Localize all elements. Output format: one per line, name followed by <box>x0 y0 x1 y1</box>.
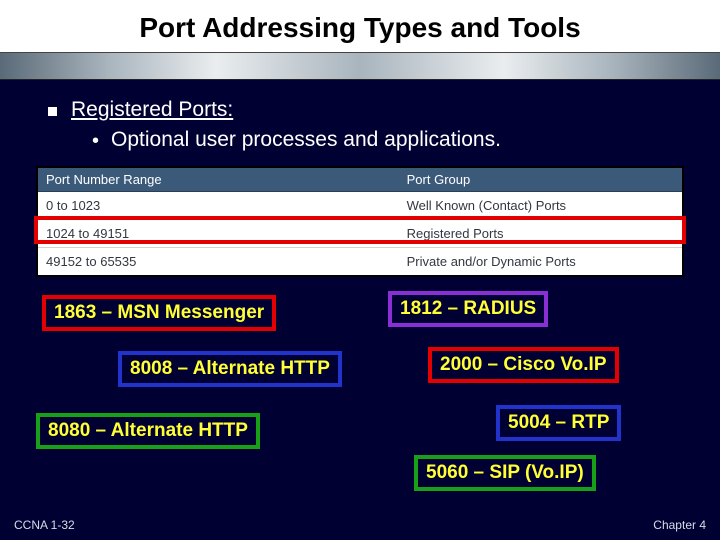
bullet-list: Registered Ports: • Optional user proces… <box>0 80 720 154</box>
table-row: 1024 to 49151 Registered Ports <box>38 220 682 248</box>
port-tag: 1863 – MSN Messenger <box>42 295 276 331</box>
footer-right: Chapter 4 <box>653 518 706 532</box>
col-header-range: Port Number Range <box>38 168 399 192</box>
port-tag: 1812 – RADIUS <box>388 291 548 327</box>
bullet-level2-text: Optional user processes and applications… <box>111 128 501 152</box>
cell-range: 49152 to 65535 <box>38 248 399 276</box>
port-table: Port Number Range Port Group 0 to 1023 W… <box>38 168 682 275</box>
bullet-marker-dot: • <box>92 128 99 154</box>
cell-group: Registered Ports <box>399 220 682 248</box>
table-row: 49152 to 65535 Private and/or Dynamic Po… <box>38 248 682 276</box>
port-tag: 2000 – Cisco Vo.IP <box>428 347 619 383</box>
bullet-level1-text: Registered Ports: <box>71 98 233 122</box>
port-tag: 5060 – SIP (Vo.IP) <box>414 455 596 491</box>
cell-group: Private and/or Dynamic Ports <box>399 248 682 276</box>
bullet-level1: Registered Ports: <box>48 98 720 122</box>
footer-left: CCNA 1-32 <box>14 518 75 532</box>
slide: Port Addressing Types and Tools Register… <box>0 0 720 540</box>
bullet-level2: • Optional user processes and applicatio… <box>92 128 720 154</box>
cell-range: 0 to 1023 <box>38 192 399 220</box>
port-tag: 8008 – Alternate HTTP <box>118 351 342 387</box>
slide-title: Port Addressing Types and Tools <box>0 0 720 52</box>
port-tags-area: 1863 – MSN Messenger 1812 – RADIUS 8008 … <box>0 295 720 505</box>
cell-group: Well Known (Contact) Ports <box>399 192 682 220</box>
table-row: 0 to 1023 Well Known (Contact) Ports <box>38 192 682 220</box>
port-tag: 5004 – RTP <box>496 405 621 441</box>
port-tag: 8080 – Alternate HTTP <box>36 413 260 449</box>
col-header-group: Port Group <box>399 168 682 192</box>
title-separator-band <box>0 52 720 80</box>
cell-range: 1024 to 49151 <box>38 220 399 248</box>
port-table-container: Port Number Range Port Group 0 to 1023 W… <box>36 166 684 277</box>
bullet-marker-square <box>48 107 57 116</box>
table-header-row: Port Number Range Port Group <box>38 168 682 192</box>
